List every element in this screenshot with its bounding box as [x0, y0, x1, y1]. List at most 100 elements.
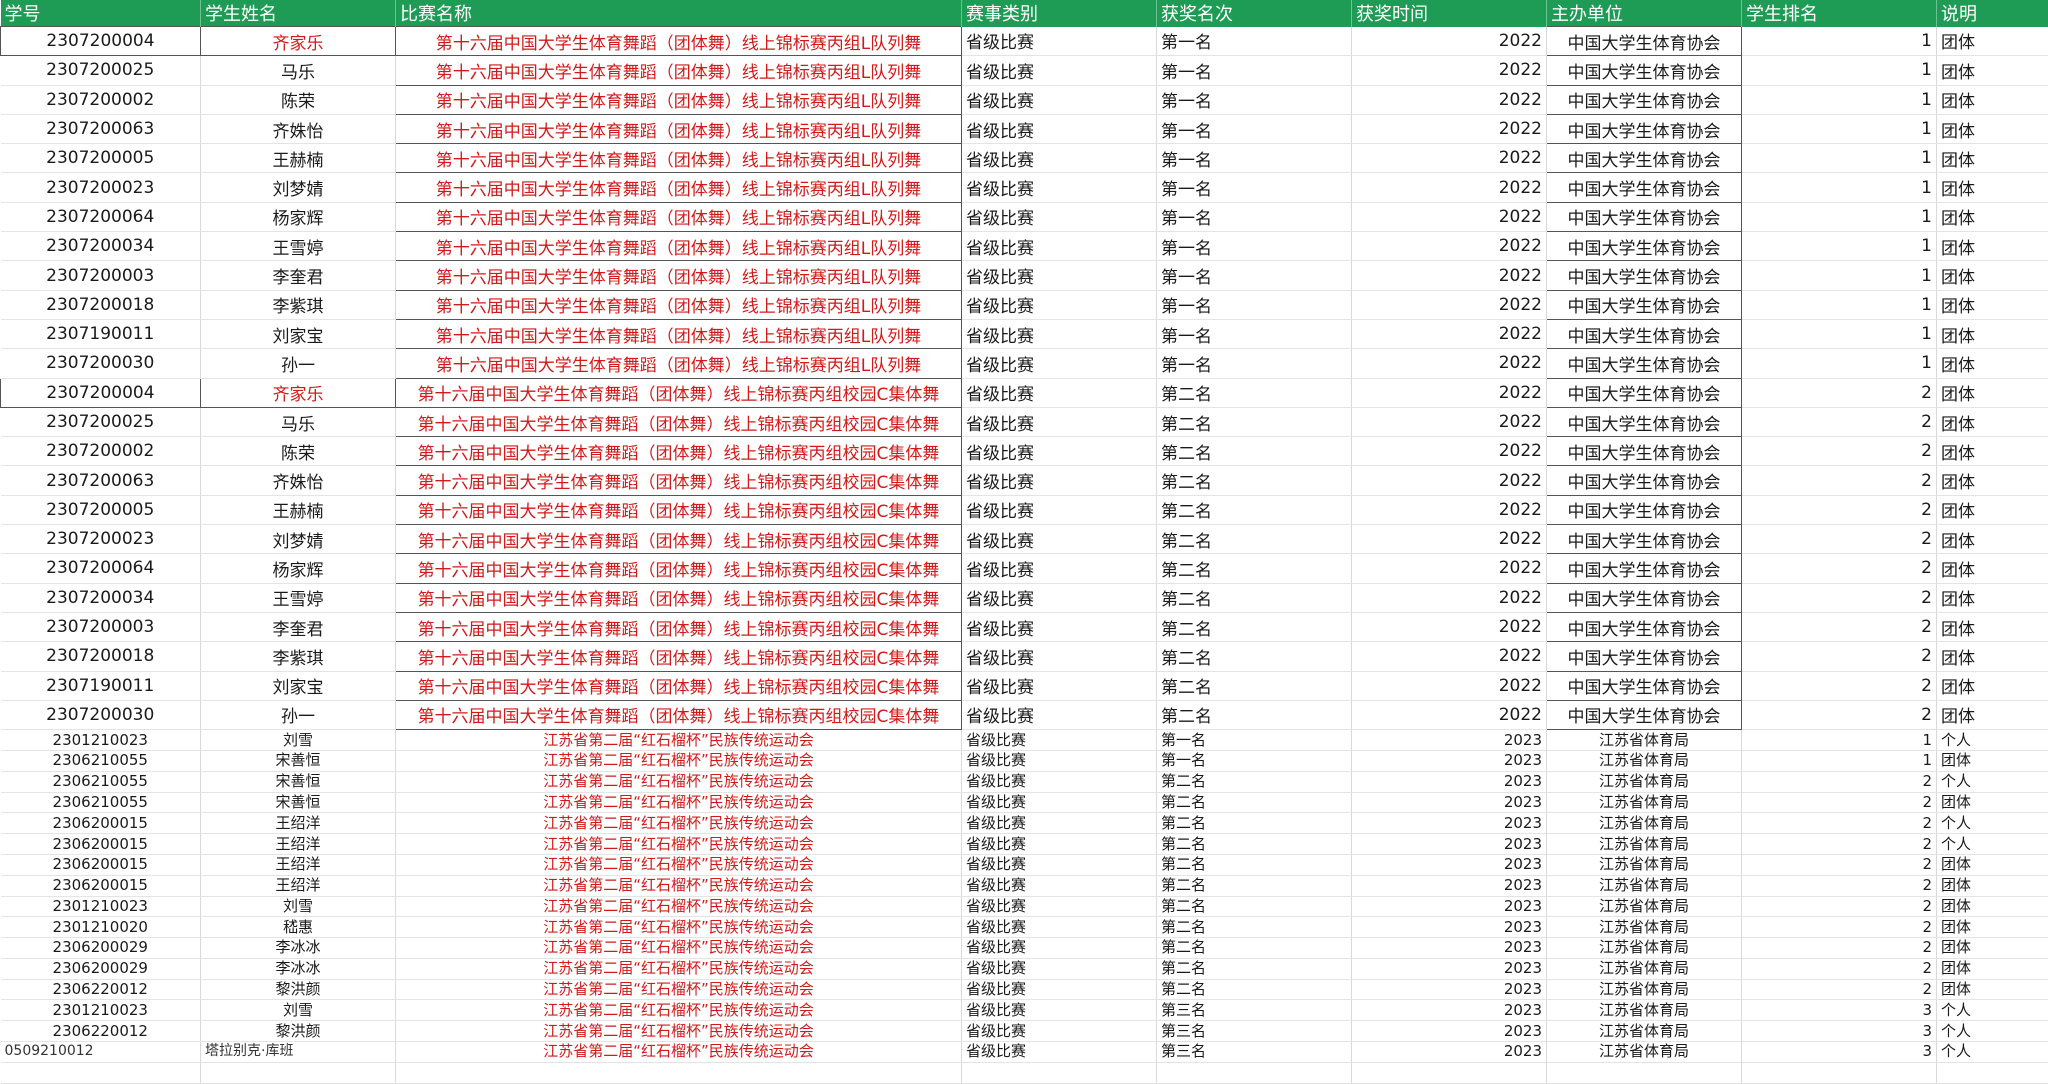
student-id-cell[interactable]: 2306200015 [1, 834, 201, 855]
award-rank-cell[interactable]: 第二名 [1157, 813, 1352, 834]
organizer-cell[interactable]: 江苏省体育局 [1547, 1000, 1742, 1021]
competition-cell[interactable]: 江苏省第二届“红石榴杯”民族传统运动会 [396, 938, 962, 959]
student-id-cell[interactable]: 2306200015 [1, 875, 201, 896]
organizer-cell[interactable]: 江苏省体育局 [1547, 792, 1742, 813]
award-rank-cell[interactable]: 第二名 [1157, 979, 1352, 1000]
category-cell[interactable]: 省级比赛 [962, 730, 1157, 751]
award-year-cell[interactable]: 2022 [1352, 173, 1547, 202]
note-cell[interactable]: 团体 [1937, 554, 2048, 583]
award-year-cell[interactable]: 2023 [1352, 792, 1547, 813]
category-cell[interactable]: 省级比赛 [962, 525, 1157, 554]
competition-cell[interactable]: 江苏省第二届“红石榴杯”民族传统运动会 [396, 979, 962, 1000]
student-name-cell[interactable]: 宋善恒 [201, 792, 396, 813]
award-year-cell[interactable]: 2022 [1352, 612, 1547, 641]
organizer-cell[interactable]: 中国大学生体育协会 [1547, 378, 1742, 407]
category-cell[interactable]: 省级比赛 [962, 612, 1157, 641]
note-cell[interactable]: 团体 [1937, 938, 2048, 959]
organizer-cell[interactable]: 江苏省体育局 [1547, 1042, 1742, 1063]
competition-cell[interactable]: 第十六届中国大学生体育舞蹈（团体舞）线上锦标赛丙组校园C集体舞 [396, 525, 962, 554]
student-id-cell[interactable]: 0509210012 [1, 1042, 201, 1063]
organizer-cell[interactable]: 中国大学生体育协会 [1547, 114, 1742, 143]
competition-cell[interactable]: 第十六届中国大学生体育舞蹈（团体舞）线上锦标赛丙组校园C集体舞 [396, 554, 962, 583]
student-name-cell[interactable]: 齐姝怡 [201, 114, 396, 143]
competition-cell[interactable]: 江苏省第二届“红石榴杯”民族传统运动会 [396, 813, 962, 834]
note-cell[interactable]: 个人 [1937, 813, 2048, 834]
student-id-cell[interactable]: 2306200029 [1, 958, 201, 979]
student-id-cell[interactable]: 2307200004 [1, 27, 201, 56]
category-cell[interactable]: 省级比赛 [962, 771, 1157, 792]
category-cell[interactable]: 省级比赛 [962, 917, 1157, 938]
student-rank-cell[interactable]: 2 [1742, 671, 1937, 700]
note-cell[interactable]: 团体 [1937, 202, 2048, 231]
competition-cell[interactable]: 第十六届中国大学生体育舞蹈（团体舞）线上锦标赛丙组校园C集体舞 [396, 378, 962, 407]
category-cell[interactable]: 省级比赛 [962, 378, 1157, 407]
award-year-cell[interactable]: 2022 [1352, 85, 1547, 114]
student-id-cell[interactable]: 2307200034 [1, 232, 201, 261]
note-cell[interactable]: 团体 [1937, 750, 2048, 771]
award-rank-cell[interactable]: 第二名 [1157, 554, 1352, 583]
award-rank-cell[interactable]: 第三名 [1157, 1000, 1352, 1021]
award-rank-cell[interactable]: 第二名 [1157, 854, 1352, 875]
empty-cell[interactable] [201, 1062, 396, 1083]
note-cell[interactable]: 团体 [1937, 56, 2048, 85]
category-cell[interactable]: 省级比赛 [962, 290, 1157, 319]
organizer-cell[interactable]: 中国大学生体育协会 [1547, 85, 1742, 114]
note-cell[interactable]: 团体 [1937, 642, 2048, 671]
award-year-cell[interactable]: 2022 [1352, 27, 1547, 56]
competition-cell[interactable]: 第十六届中国大学生体育舞蹈（团体舞）线上锦标赛丙组校园C集体舞 [396, 642, 962, 671]
award-rank-cell[interactable]: 第二名 [1157, 671, 1352, 700]
category-cell[interactable]: 省级比赛 [962, 1021, 1157, 1042]
organizer-cell[interactable]: 江苏省体育局 [1547, 917, 1742, 938]
student-id-cell[interactable]: 2307200064 [1, 554, 201, 583]
student-name-cell[interactable]: 刘雪 [201, 896, 396, 917]
category-cell[interactable]: 省级比赛 [962, 495, 1157, 524]
competition-cell[interactable]: 江苏省第二届“红石榴杯”民族传统运动会 [396, 730, 962, 751]
award-rank-cell[interactable]: 第二名 [1157, 583, 1352, 612]
category-cell[interactable]: 省级比赛 [962, 958, 1157, 979]
column-header-award-time[interactable]: 获奖时间 [1352, 0, 1547, 27]
student-id-cell[interactable]: 2307190011 [1, 319, 201, 348]
student-rank-cell[interactable]: 1 [1742, 232, 1937, 261]
student-name-cell[interactable]: 陈荣 [201, 85, 396, 114]
student-rank-cell[interactable]: 1 [1742, 261, 1937, 290]
student-rank-cell[interactable]: 3 [1742, 1021, 1937, 1042]
note-cell[interactable]: 个人 [1937, 1042, 2048, 1063]
student-name-cell[interactable]: 宋善恒 [201, 771, 396, 792]
award-year-cell[interactable]: 2023 [1352, 854, 1547, 875]
organizer-cell[interactable]: 中国大学生体育协会 [1547, 583, 1742, 612]
note-cell[interactable]: 个人 [1937, 771, 2048, 792]
award-year-cell[interactable]: 2022 [1352, 407, 1547, 436]
empty-cell[interactable] [1547, 1062, 1742, 1083]
competition-cell[interactable]: 第十六届中国大学生体育舞蹈（团体舞）线上锦标赛丙组L队列舞 [396, 232, 962, 261]
student-rank-cell[interactable]: 2 [1742, 896, 1937, 917]
note-cell[interactable]: 个人 [1937, 730, 2048, 751]
empty-cell[interactable] [1, 1062, 201, 1083]
competition-cell[interactable]: 第十六届中国大学生体育舞蹈（团体舞）线上锦标赛丙组L队列舞 [396, 56, 962, 85]
student-rank-cell[interactable]: 1 [1742, 173, 1937, 202]
student-rank-cell[interactable]: 2 [1742, 875, 1937, 896]
competition-cell[interactable]: 江苏省第二届“红石榴杯”民族传统运动会 [396, 854, 962, 875]
competition-cell[interactable]: 第十六届中国大学生体育舞蹈（团体舞）线上锦标赛丙组L队列舞 [396, 261, 962, 290]
student-rank-cell[interactable]: 2 [1742, 854, 1937, 875]
student-id-cell[interactable]: 2307200018 [1, 642, 201, 671]
category-cell[interactable]: 省级比赛 [962, 1000, 1157, 1021]
student-id-cell[interactable]: 2307190011 [1, 671, 201, 700]
competition-cell[interactable]: 第十六届中国大学生体育舞蹈（团体舞）线上锦标赛丙组L队列舞 [396, 202, 962, 231]
competition-cell[interactable]: 江苏省第二届“红石榴杯”民族传统运动会 [396, 771, 962, 792]
note-cell[interactable]: 团体 [1937, 114, 2048, 143]
student-rank-cell[interactable]: 2 [1742, 700, 1937, 729]
column-header-student-rank[interactable]: 学生排名 [1742, 0, 1937, 27]
competition-cell[interactable]: 第十六届中国大学生体育舞蹈（团体舞）线上锦标赛丙组L队列舞 [396, 290, 962, 319]
student-rank-cell[interactable]: 2 [1742, 407, 1937, 436]
category-cell[interactable]: 省级比赛 [962, 896, 1157, 917]
award-rank-cell[interactable]: 第二名 [1157, 407, 1352, 436]
organizer-cell[interactable]: 江苏省体育局 [1547, 938, 1742, 959]
award-year-cell[interactable]: 2023 [1352, 1021, 1547, 1042]
student-name-cell[interactable]: 塔拉别克·库班 [201, 1042, 396, 1063]
student-name-cell[interactable]: 王绍洋 [201, 875, 396, 896]
column-header-competition[interactable]: 比赛名称 [396, 0, 962, 27]
organizer-cell[interactable]: 江苏省体育局 [1547, 730, 1742, 751]
student-id-cell[interactable]: 2306200015 [1, 854, 201, 875]
competition-cell[interactable]: 第十六届中国大学生体育舞蹈（团体舞）线上锦标赛丙组校园C集体舞 [396, 407, 962, 436]
category-cell[interactable]: 省级比赛 [962, 85, 1157, 114]
